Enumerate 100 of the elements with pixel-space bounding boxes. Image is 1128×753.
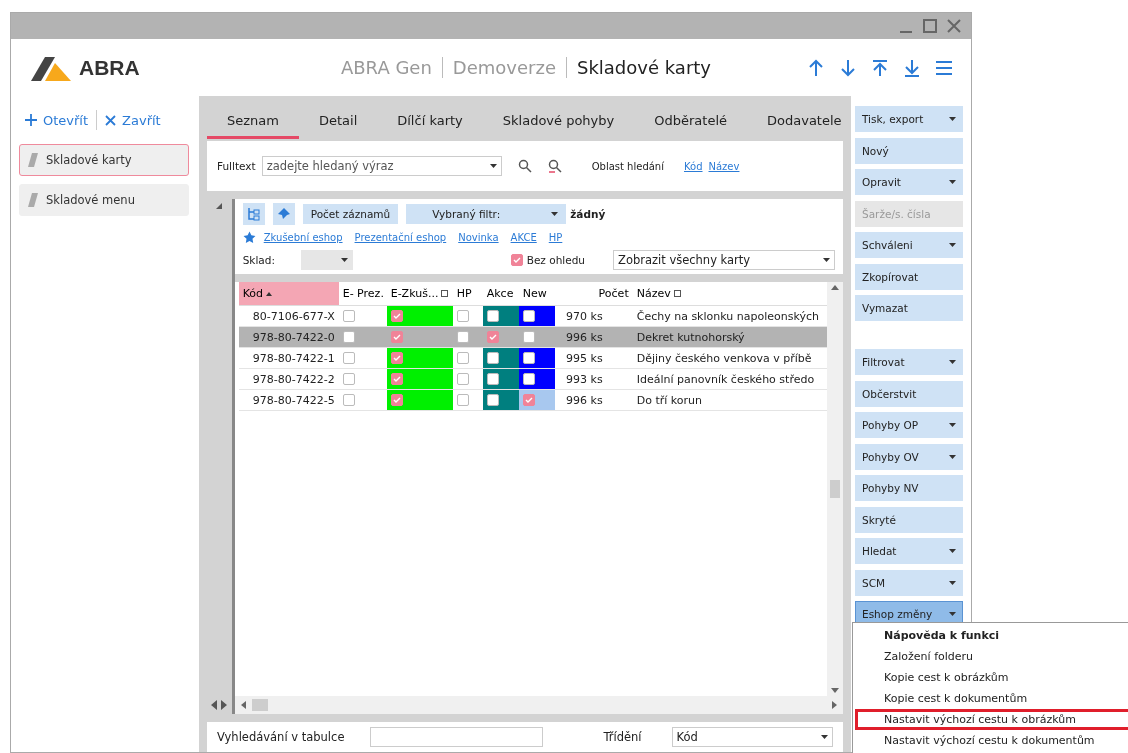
tab[interactable]: Odběratelé — [634, 113, 748, 139]
scroll-down-icon[interactable] — [831, 688, 839, 693]
checkbox[interactable] — [486, 352, 499, 364]
tab[interactable]: Detail — [298, 113, 378, 139]
action-button[interactable]: Filtrovat — [855, 349, 963, 375]
action-button[interactable]: Pohyby OP — [855, 412, 963, 438]
quick-filter-link[interactable]: AKCE — [510, 232, 537, 243]
scope-link[interactable]: Kód — [684, 160, 703, 172]
table-search-field[interactable] — [370, 727, 544, 747]
checkbox[interactable] — [486, 394, 499, 406]
column-menu-icon[interactable] — [673, 290, 681, 297]
search-field[interactable]: zadejte hledaný výraz — [261, 156, 502, 176]
checkbox[interactable] — [390, 352, 403, 364]
checkbox[interactable] — [486, 331, 499, 343]
scroll-left-icon[interactable] — [240, 701, 246, 709]
action-button[interactable]: Nový — [855, 137, 963, 164]
action-button[interactable]: SCM — [855, 569, 963, 596]
table-row[interactable]: 978-80-7422-2 993 ks Ideální panovník českého středo — [238, 369, 827, 390]
checkbox[interactable] — [522, 394, 535, 406]
open-link[interactable]: Otevřít — [25, 112, 89, 128]
arrow-up-icon[interactable] — [807, 58, 825, 77]
column-header[interactable]: Kód — [238, 282, 339, 305]
checkbox[interactable] — [522, 331, 535, 343]
action-button[interactable]: Schváleni — [855, 232, 963, 258]
action-button[interactable]: Skryté — [855, 506, 963, 533]
column-header[interactable]: Akce — [482, 282, 519, 305]
record-count-button[interactable]: Počet záznamů — [302, 204, 399, 224]
arrow-to-bottom-icon[interactable] — [903, 58, 921, 77]
checkbox[interactable] — [390, 310, 403, 322]
checkbox[interactable] — [522, 310, 535, 322]
menu-item[interactable]: Založení folderu — [855, 646, 1128, 667]
tree-view-button[interactable] — [242, 203, 265, 225]
sidebar-label[interactable]: Skladové menu — [46, 193, 135, 207]
column-header[interactable]: Název — [632, 282, 827, 305]
sidebar-label[interactable]: Skladové karty — [46, 153, 132, 167]
search-clear-icon[interactable] — [547, 159, 562, 173]
tab[interactable]: Dílčí karty — [377, 113, 483, 139]
column-header[interactable]: E- Prez. — [338, 282, 387, 305]
open-label[interactable]: Otevřít — [43, 112, 89, 128]
table-row[interactable]: 978-80-7422-1 995 ks Dějiny českého venkova v příbě — [238, 348, 827, 369]
close-link[interactable]: Zavřít — [105, 112, 161, 128]
checkbox[interactable] — [390, 373, 403, 385]
table-row[interactable]: 978-80-7422-5 996 ks Do tří korun — [238, 390, 827, 411]
checkbox[interactable] — [342, 352, 355, 364]
scrollbar-thumb[interactable] — [830, 480, 840, 498]
action-button[interactable]: Zkopírovat — [855, 263, 963, 290]
sidebar-item[interactable]: Skladové karty — [19, 144, 189, 176]
checkbox[interactable] — [486, 373, 499, 385]
quick-filter-link[interactable]: HP — [548, 232, 563, 243]
close-label[interactable]: Zavřít — [122, 112, 161, 128]
collapse-icon[interactable] — [216, 203, 223, 209]
checkbox[interactable] — [456, 310, 469, 322]
tab[interactable]: Skladové pohyby — [482, 113, 635, 139]
column-header[interactable]: Počet — [554, 282, 633, 305]
pin-button[interactable] — [272, 203, 295, 225]
column-header[interactable]: HP — [452, 282, 483, 305]
action-button[interactable]: Pohyby OV — [855, 443, 963, 470]
column-menu-icon[interactable] — [441, 290, 449, 297]
scope-link[interactable]: Název — [708, 160, 740, 172]
arrow-down-icon[interactable] — [839, 58, 857, 77]
checkbox[interactable] — [390, 331, 403, 343]
checkbox[interactable] — [390, 394, 403, 406]
checkbox[interactable] — [342, 331, 355, 343]
menu-item[interactable]: Kopie cest k obrázkům — [855, 667, 1128, 688]
maximize-icon[interactable] — [923, 19, 937, 33]
action-button[interactable]: Občerstvit — [855, 380, 963, 407]
sort-dropdown[interactable]: Kód — [671, 727, 833, 747]
column-header[interactable]: E-Zkuš... — [386, 282, 453, 305]
checkbox[interactable] — [510, 254, 523, 266]
menu-icon[interactable] — [935, 59, 953, 76]
checkbox[interactable] — [522, 352, 535, 364]
checkbox[interactable] — [456, 331, 469, 343]
menu-item[interactable]: Nastavit výchozí cestu k dokumentům — [855, 730, 1128, 751]
checkbox[interactable] — [486, 310, 499, 322]
action-button[interactable]: Tisk, export — [855, 106, 963, 132]
scroll-up-icon[interactable] — [831, 285, 839, 290]
menu-item[interactable]: Nastavit výchozí cestu k obrázkům — [855, 709, 1128, 730]
scroll-right-icon[interactable] — [832, 701, 837, 709]
checkbox[interactable] — [522, 373, 535, 385]
view-dropdown[interactable]: Zobrazit všechny karty — [613, 250, 835, 270]
quick-filter-link[interactable]: Prezentační eshop — [354, 232, 447, 243]
action-button[interactable]: Opravit — [855, 169, 963, 195]
scrollbar-thumb[interactable] — [251, 699, 268, 711]
tab[interactable]: Dodavatele — [747, 113, 843, 139]
filter-dropdown[interactable]: Vybraný filtr: — [406, 204, 567, 224]
table-row[interactable]: 80-7106-677-X 970 ks Čechy na sklonku napoleonských — [238, 306, 827, 327]
search-icon[interactable] — [517, 159, 532, 173]
checkbox[interactable] — [342, 310, 355, 322]
action-button[interactable]: Hledat — [855, 538, 963, 564]
action-button[interactable]: Pohyby NV — [855, 475, 963, 501]
sidebar-item[interactable]: Skladové menu — [19, 184, 189, 216]
column-header[interactable]: New — [518, 282, 555, 305]
checkbox[interactable] — [456, 373, 469, 385]
checkbox[interactable] — [456, 352, 469, 364]
menu-item[interactable]: Kopie cest k dokumentům — [855, 688, 1128, 709]
checkbox[interactable] — [456, 394, 469, 406]
scroll-arrows-icon[interactable] — [211, 700, 228, 710]
table-row[interactable]: 978-80-7422-0 996 ks Dekret kutnohorský — [238, 327, 827, 348]
action-button[interactable]: Vymazat — [855, 295, 963, 321]
quick-filter-link[interactable]: Novinka — [458, 232, 499, 243]
